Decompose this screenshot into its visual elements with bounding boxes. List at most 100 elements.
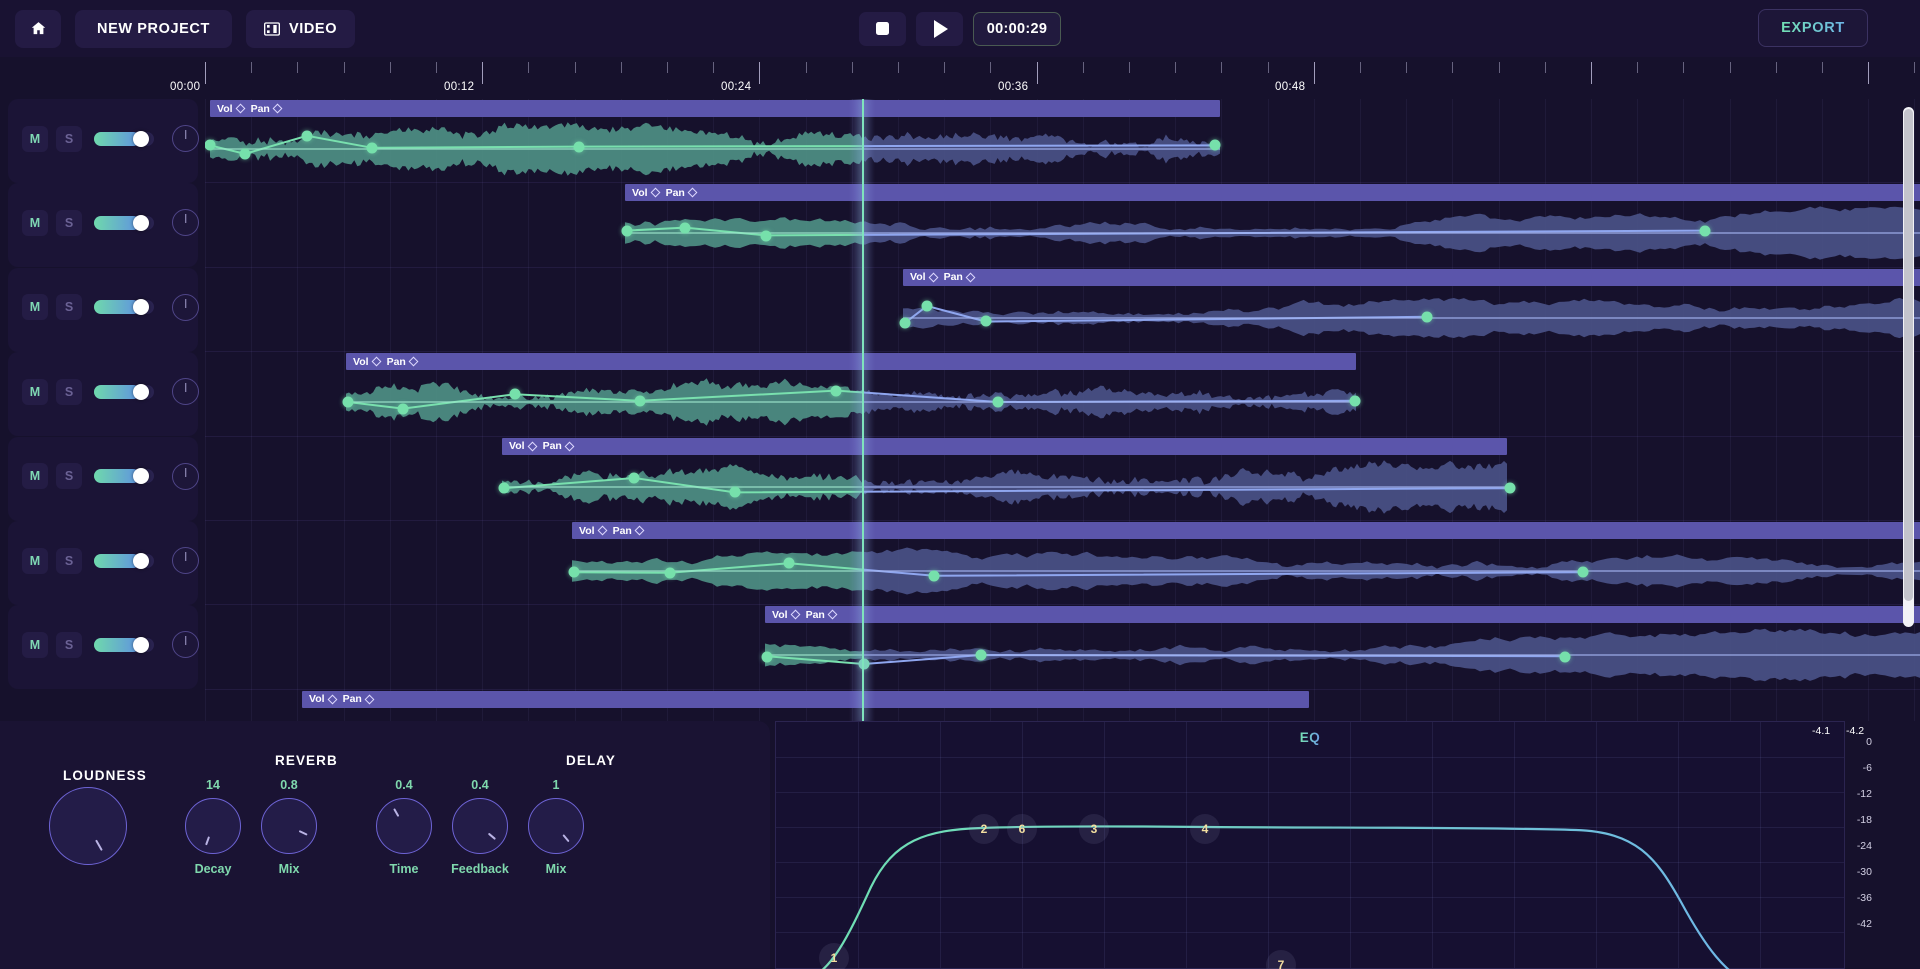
clip-header[interactable]: Vol Pan <box>302 690 1309 708</box>
clip-header[interactable]: Vol Pan <box>572 522 1920 539</box>
automation-node[interactable] <box>621 225 633 237</box>
clip-header[interactable]: Vol Pan <box>903 268 1920 286</box>
pan-knob[interactable] <box>172 631 199 659</box>
mute-button[interactable]: M <box>22 125 48 152</box>
automation-node[interactable] <box>634 395 646 407</box>
solo-button[interactable]: S <box>56 294 82 321</box>
automation-node[interactable] <box>1209 139 1221 151</box>
knob-decay[interactable] <box>185 798 241 854</box>
clip-pan-toggle[interactable]: Pan <box>387 356 419 368</box>
solo-button[interactable]: S <box>56 463 82 490</box>
clip-pan-toggle[interactable]: Pan <box>613 525 645 537</box>
automation-node[interactable] <box>760 230 772 242</box>
track-lanes[interactable]: Vol Pan Vol Pan Vol Pan Vol Pan Vol Pan Vol Pan Vol P… <box>205 99 1920 721</box>
automation-node[interactable] <box>239 148 251 160</box>
automation-node[interactable] <box>899 317 911 329</box>
eq-band-node[interactable]: 2 <box>969 814 999 844</box>
solo-button[interactable]: S <box>56 209 82 236</box>
knob-loudness[interactable] <box>49 787 127 865</box>
clip-waveform[interactable] <box>572 541 1920 601</box>
automation-node[interactable] <box>573 141 585 153</box>
mute-button[interactable]: M <box>22 294 48 321</box>
clip-vol-toggle[interactable]: Vol <box>353 356 382 368</box>
clip-header[interactable]: Vol Pan <box>765 606 1920 624</box>
automation-node[interactable] <box>980 315 992 327</box>
automation-node[interactable] <box>342 396 354 408</box>
automation-node[interactable] <box>783 557 795 569</box>
automation-node[interactable] <box>498 482 510 494</box>
automation-node[interactable] <box>568 566 580 578</box>
clip-vol-toggle[interactable]: Vol <box>309 693 338 705</box>
volume-slider-knob[interactable] <box>133 468 149 485</box>
clip-pan-toggle[interactable]: Pan <box>543 440 575 452</box>
pan-knob[interactable] <box>172 125 199 152</box>
clip-pan-toggle[interactable]: Pan <box>343 693 375 705</box>
knob-mix[interactable] <box>261 798 317 854</box>
clip-waveform[interactable] <box>346 372 1356 432</box>
automation-node[interactable] <box>205 139 216 151</box>
automation-node[interactable] <box>1577 566 1589 578</box>
automation-node[interactable] <box>664 567 676 579</box>
clip-vol-toggle[interactable]: Vol <box>509 440 538 452</box>
volume-slider[interactable] <box>94 383 154 400</box>
automation-node[interactable] <box>509 388 521 400</box>
clip-vol-toggle[interactable]: Vol <box>772 609 801 621</box>
clip-vol-toggle[interactable]: Vol <box>579 525 608 537</box>
automation-node[interactable] <box>975 649 987 661</box>
play-button[interactable] <box>915 11 963 46</box>
clip-vol-toggle[interactable]: Vol <box>910 271 939 283</box>
solo-button[interactable]: S <box>56 547 82 574</box>
volume-slider-knob[interactable] <box>133 636 149 653</box>
mute-button[interactable]: M <box>22 463 48 490</box>
automation-node[interactable] <box>397 403 409 415</box>
volume-slider[interactable] <box>94 299 154 316</box>
volume-slider[interactable] <box>94 214 154 231</box>
automation-node[interactable] <box>830 385 842 397</box>
knob-time[interactable] <box>376 798 432 854</box>
clip-header[interactable]: Vol Pan <box>625 184 1920 202</box>
solo-button[interactable]: S <box>56 631 82 658</box>
automation-node[interactable] <box>1421 311 1433 323</box>
home-button[interactable] <box>15 9 61 48</box>
solo-button[interactable]: S <box>56 378 82 405</box>
clip-waveform[interactable] <box>903 288 1920 348</box>
automation-node[interactable] <box>1699 225 1711 237</box>
clip-waveform[interactable] <box>625 203 1920 263</box>
volume-slider-knob[interactable] <box>133 214 149 231</box>
eq-band-node[interactable]: 4 <box>1190 814 1220 844</box>
clip-pan-toggle[interactable]: Pan <box>251 103 283 115</box>
clip-vol-toggle[interactable]: Vol <box>217 103 246 115</box>
clip-vol-toggle[interactable]: Vol <box>632 187 661 199</box>
volume-slider-knob[interactable] <box>133 383 149 400</box>
clip-pan-toggle[interactable]: Pan <box>944 271 976 283</box>
mute-button[interactable]: M <box>22 378 48 405</box>
volume-slider[interactable] <box>94 636 154 653</box>
automation-node[interactable] <box>761 651 773 663</box>
clip-waveform[interactable] <box>765 625 1920 685</box>
volume-slider-knob[interactable] <box>133 552 149 569</box>
export-button[interactable]: EXPORT <box>1758 9 1868 47</box>
solo-button[interactable]: S <box>56 125 82 152</box>
timeline-ruler[interactable]: 00:00 00:12 00:24 00:36 00:48 <box>170 57 1920 102</box>
mute-button[interactable]: M <box>22 631 48 658</box>
new-project-button[interactable]: NEW PROJECT <box>75 9 232 48</box>
knob-mix[interactable] <box>528 798 584 854</box>
pan-knob[interactable] <box>172 378 199 406</box>
automation-node[interactable] <box>928 570 940 582</box>
pan-knob[interactable] <box>172 462 199 490</box>
mute-button[interactable]: M <box>22 547 48 574</box>
stop-button[interactable] <box>858 11 906 46</box>
video-button[interactable]: VIDEO <box>245 9 356 48</box>
clip-header[interactable]: Vol Pan <box>346 353 1356 371</box>
clip-waveform[interactable] <box>210 119 1220 179</box>
automation-node[interactable] <box>921 300 933 312</box>
pan-knob[interactable] <box>172 547 199 574</box>
eq-band-node[interactable]: 1 <box>819 943 849 969</box>
clip-header[interactable]: Vol Pan <box>210 100 1220 117</box>
vertical-scrollbar-thumb[interactable] <box>1904 109 1913 601</box>
automation-node[interactable] <box>858 658 870 670</box>
clip-pan-toggle[interactable]: Pan <box>806 609 838 621</box>
knob-feedback[interactable] <box>452 798 508 854</box>
volume-slider[interactable] <box>94 130 154 147</box>
pan-knob[interactable] <box>172 293 199 321</box>
